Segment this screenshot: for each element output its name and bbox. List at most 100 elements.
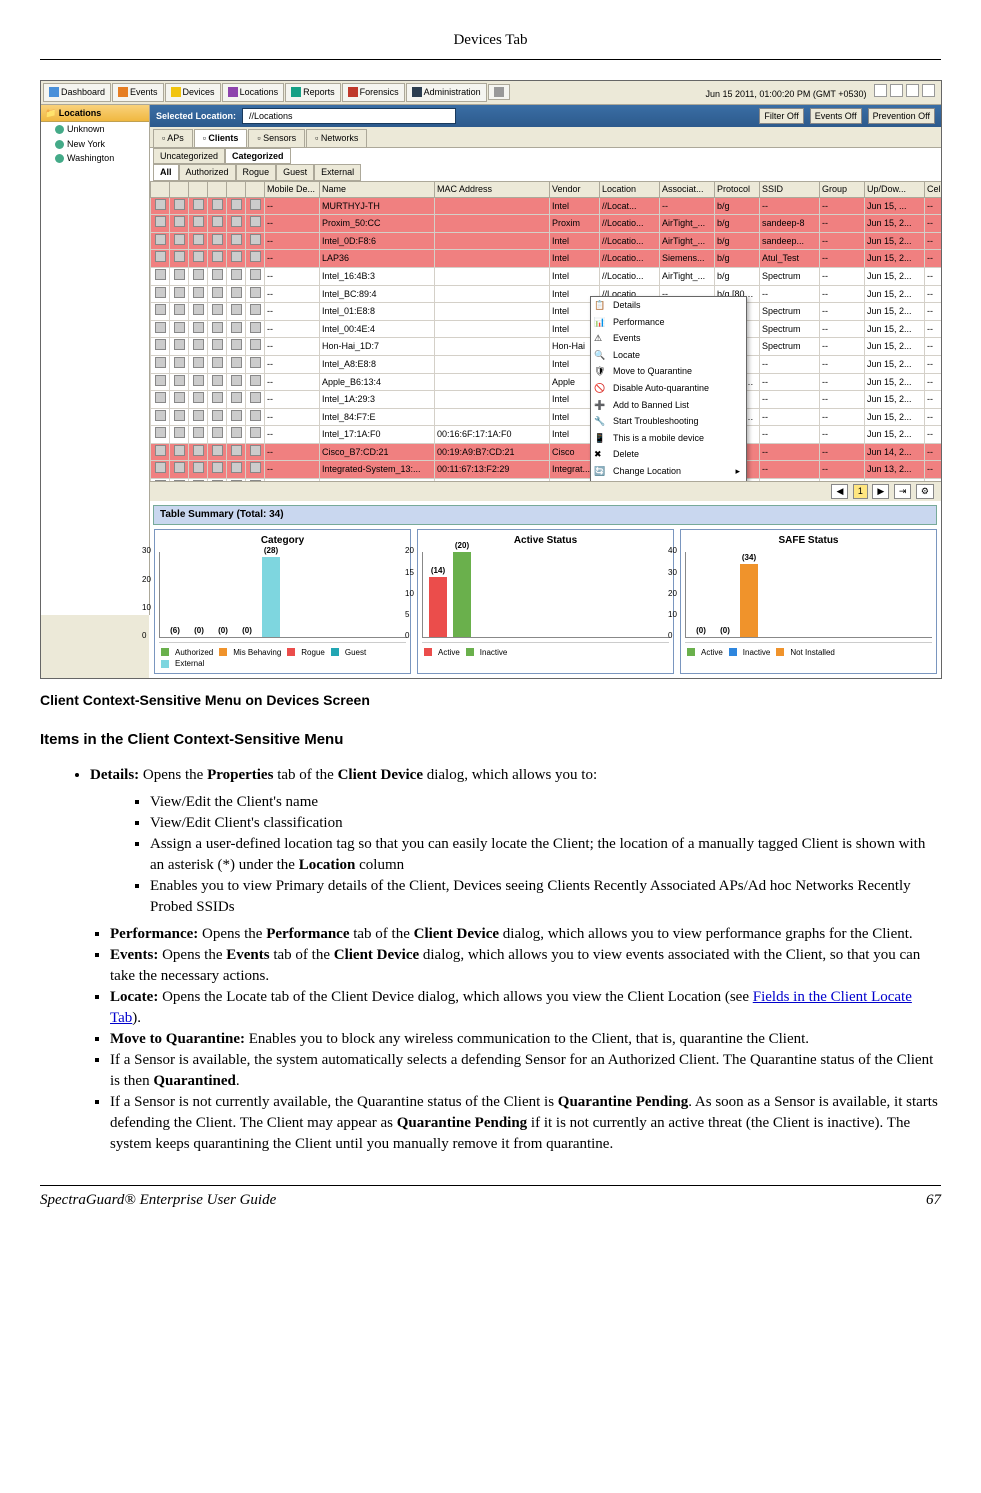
table-row[interactable]: --Proxim_50:CCProxim//Locatio...AirTight…: [151, 215, 942, 233]
table-row[interactable]: --Intel_0D:F8:6Intel//Locatio...AirTight…: [151, 232, 942, 250]
subtab-aps[interactable]: ▫ APs: [153, 129, 193, 147]
column-header[interactable]: [208, 181, 227, 197]
column-header[interactable]: Vendor: [550, 181, 600, 197]
auth-tab[interactable]: External: [314, 164, 361, 181]
table-row[interactable]: --MURTHYJ-THIntel//Locat...--b/g----Jun …: [151, 197, 942, 215]
tree-item[interactable]: New York: [41, 137, 149, 152]
categorization-tabs: UncategorizedCategorized: [149, 148, 941, 165]
table-row[interactable]: --Integrated-System_13:...00:11:67:13:F2…: [151, 461, 942, 479]
app-toolbar: DashboardEventsDevicesLocationsReportsFo…: [41, 81, 941, 105]
table-row[interactable]: --Hon-Hai_1D:7Hon-Hai//Locatio...AirTigh…: [151, 338, 942, 356]
context-menu[interactable]: 📋Details📊Performance⚠Events🔍Locate🛡Move …: [590, 296, 747, 481]
auth-tab[interactable]: All: [153, 164, 179, 181]
table-row[interactable]: --Intel_17:1A:F000:16:6F:17:1A:F0Intel//…: [151, 426, 942, 444]
column-header[interactable]: Group: [820, 181, 865, 197]
auth-tab[interactable]: Rogue: [236, 164, 277, 181]
page-header: Devices Tab: [40, 30, 941, 51]
table-summary-title: Table Summary (Total: 34): [153, 505, 937, 525]
column-header[interactable]: [246, 181, 265, 197]
table-row[interactable]: --Intel_A8:E8:8Intel//Locatio...--b/g---…: [151, 355, 942, 373]
column-header[interactable]: MAC Address: [435, 181, 550, 197]
ctx-item[interactable]: 🔍Locate: [591, 347, 746, 364]
tab-locations[interactable]: Locations: [222, 83, 285, 102]
toolbar-extra-icon[interactable]: [488, 84, 510, 100]
pager-prev[interactable]: ◀: [831, 484, 848, 499]
subtab-networks[interactable]: ▫ Networks: [306, 129, 367, 147]
timestamp: Jun 15 2011, 01:00:20 PM (GMT +0530): [705, 84, 939, 101]
column-header[interactable]: [151, 181, 170, 197]
ctx-item[interactable]: ✖Delete: [591, 446, 746, 463]
selected-location-value: //Locations: [242, 108, 456, 125]
column-header[interactable]: Protocol: [715, 181, 760, 197]
column-header[interactable]: Name: [320, 181, 435, 197]
chart-box: SAFE Status010203040(0)(0)(34)ActiveInac…: [680, 529, 937, 674]
table-row[interactable]: --LAP36Intel//Locatio...Siemens...b/gAtu…: [151, 250, 942, 268]
clients-table: Mobile De...NameMAC AddressVendorLocatio…: [150, 181, 941, 481]
auth-tab[interactable]: Authorized: [179, 164, 236, 181]
tab-administration[interactable]: Administration: [406, 83, 487, 102]
main-area: Selected Location: //Locations Filter Of…: [149, 105, 941, 678]
tree-item[interactable]: Washington: [41, 151, 149, 166]
ctx-item[interactable]: 🚫Disable Auto-quarantine: [591, 380, 746, 397]
filter-button[interactable]: Filter Off: [759, 108, 803, 125]
table-row[interactable]: --A0:75:91:5F:92:E4A0:75:91:5F:92:E4Unkn…: [151, 479, 942, 481]
column-header[interactable]: SSID: [760, 181, 820, 197]
table-row[interactable]: --Intel_84:F7:EIntel//Locatio...--b/g [8…: [151, 408, 942, 426]
clients-table-wrap: Mobile De...NameMAC AddressVendorLocatio…: [150, 181, 941, 481]
subtab-sensors[interactable]: ▫ Sensors: [248, 129, 305, 147]
table-row[interactable]: --Apple_B6:13:4Apple//Locatio...--b/g [8…: [151, 373, 942, 391]
ctx-item[interactable]: ⚠Events: [591, 330, 746, 347]
table-row[interactable]: --Intel_1A:29:3Intel//Locatio...--b/g---…: [151, 391, 942, 409]
selected-location-bar: Selected Location: //Locations Filter Of…: [150, 105, 941, 128]
details-sub-item: Assign a user-defined location tag so th…: [150, 834, 941, 876]
ctx-item[interactable]: 🛡Move to Quarantine: [591, 363, 746, 380]
column-header[interactable]: [189, 181, 208, 197]
column-header[interactable]: [227, 181, 246, 197]
charts-row: Category0102030(6)(0)(0)(0)(28)Authorize…: [150, 529, 941, 678]
column-header[interactable]: [170, 181, 189, 197]
cat-tab[interactable]: Categorized: [225, 148, 291, 165]
table-row[interactable]: --Intel_01:E8:8Intel//Locatio...AirTight…: [151, 303, 942, 321]
table-row[interactable]: --Intel_00:4E:4Intel//Locatio...AirTight…: [151, 320, 942, 338]
cat-tab[interactable]: Uncategorized: [153, 148, 225, 165]
filter-button[interactable]: Prevention Off: [868, 108, 935, 125]
ctx-item[interactable]: ➕Add to Banned List: [591, 397, 746, 414]
item-locate: Locate: Opens the Locate tab of the Clie…: [110, 987, 941, 1029]
tab-reports[interactable]: Reports: [285, 83, 341, 102]
ctx-item[interactable]: Move to...▸: [591, 480, 746, 481]
ctx-item[interactable]: 📋Details: [591, 297, 746, 314]
column-header[interactable]: Cell ID: [925, 181, 942, 197]
pager-goto-icon[interactable]: ⇥: [894, 484, 912, 499]
ctx-item[interactable]: 🔄Change Location▸: [591, 463, 746, 480]
tab-devices[interactable]: Devices: [165, 83, 221, 102]
column-header[interactable]: Associat...: [660, 181, 715, 197]
locations-panel: 📁 Locations UnknownNew YorkWashington: [41, 105, 150, 615]
subtab-clients[interactable]: ▫ Clients: [194, 129, 248, 147]
filter-button[interactable]: Events Off: [810, 108, 862, 125]
ctx-item[interactable]: 🔧Start Troubleshooting: [591, 413, 746, 430]
tab-dashboard[interactable]: Dashboard: [43, 83, 111, 102]
toolbar-status-icons[interactable]: [874, 84, 935, 97]
table-row[interactable]: --Intel_BC:89:4Intel//Locatio...--b/g [8…: [151, 285, 942, 303]
footer-title: SpectraGuard® Enterprise User Guide: [40, 1190, 276, 1211]
ctx-item[interactable]: 📊Performance: [591, 314, 746, 331]
pager-next[interactable]: ▶: [872, 484, 889, 499]
column-header[interactable]: Mobile De...: [265, 181, 320, 197]
column-header[interactable]: Up/Dow...: [865, 181, 925, 197]
item-q2: If a Sensor is not currently available, …: [110, 1092, 941, 1155]
tab-forensics[interactable]: Forensics: [342, 83, 405, 102]
table-row[interactable]: --Cisco_B7:CD:2100:19:A9:B7:CD:21Cisco//…: [151, 443, 942, 461]
item-events: Events: Opens the Events tab of the Clie…: [110, 945, 941, 987]
auth-tab[interactable]: Guest: [276, 164, 314, 181]
pager-current[interactable]: 1: [853, 484, 868, 499]
tree-item[interactable]: Unknown: [41, 122, 149, 137]
details-sub-item: View/Edit Client's classification: [150, 813, 941, 834]
item-details: Details: Opens the Properties tab of the…: [90, 765, 941, 786]
tab-events[interactable]: Events: [112, 83, 164, 102]
pager-config-icon[interactable]: ⚙: [916, 484, 934, 499]
page-number: 67: [926, 1190, 941, 1211]
page-footer: SpectraGuard® Enterprise User Guide 67: [40, 1190, 941, 1211]
ctx-item[interactable]: 📱This is a mobile device: [591, 430, 746, 447]
column-header[interactable]: Location: [600, 181, 660, 197]
table-row[interactable]: --Intel_16:4B:3Intel//Locatio...AirTight…: [151, 267, 942, 285]
